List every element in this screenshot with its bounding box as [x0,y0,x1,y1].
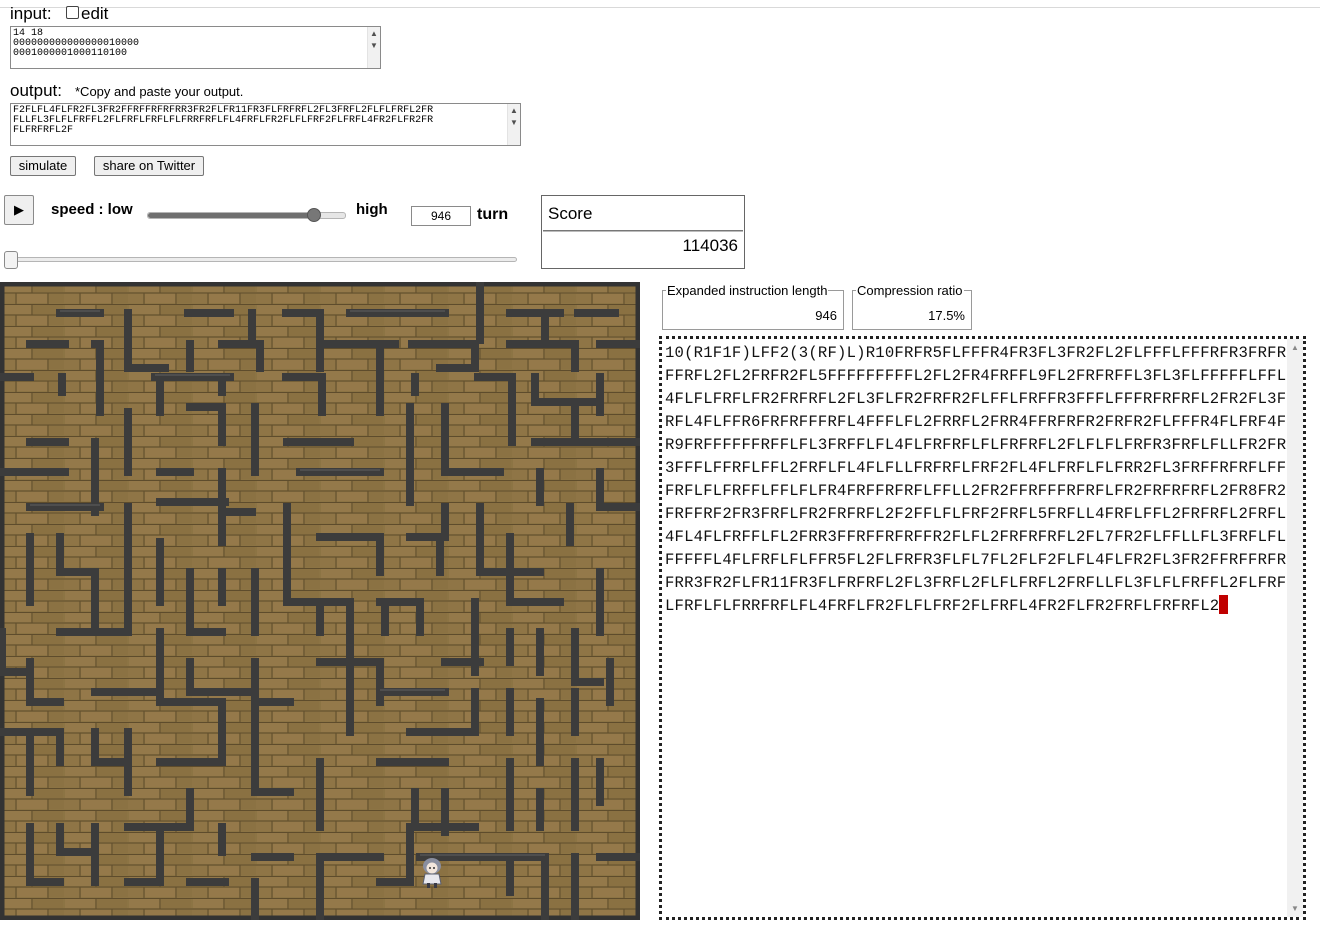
input-textarea[interactable]: 14 18 000000000000000010000 000100000100… [10,26,381,69]
output-textarea[interactable]: F2FLFL4FLFR2FL3FR2FFRFFRFRFRR3FR2FLFR11F… [10,103,521,146]
robot-sprite [422,858,442,888]
scroll-up-icon[interactable]: ▲ [510,107,518,115]
turn-slider[interactable] [4,257,517,262]
program-text[interactable]: 10(R1F1F)LFF2(3(RF)L)R10FRFR5FLFFFR4FR3F… [665,342,1288,618]
scroll-up-icon[interactable]: ▲ [370,30,378,38]
maze-board [0,282,640,920]
play-button[interactable]: ▶ [4,195,34,225]
scroll-up-icon[interactable]: ▲ [1291,343,1299,352]
output-scrollbar[interactable]: ▲ ▼ [507,104,520,145]
high-label: high [356,201,388,218]
edit-label: edit [81,4,109,23]
output-label: output: [10,81,62,100]
simulate-button[interactable]: simulate [10,156,76,176]
top-divider [0,7,1320,8]
score-label: Score [543,197,743,231]
text-caret [1219,595,1229,614]
compression-ratio-label: Compression ratio [856,283,964,298]
speed-label: speed : low [51,201,133,218]
turn-label: turn [477,206,509,223]
play-icon: ▶ [14,202,24,217]
expanded-length-value: 946 [815,308,837,323]
score-box: Score 114036 [541,195,745,269]
turn-input[interactable]: 946 [411,206,471,226]
output-note: *Copy and paste your output. [75,84,244,99]
input-scrollbar[interactable]: ▲ ▼ [367,27,380,68]
turn-slider-thumb[interactable] [4,251,18,269]
scroll-down-icon[interactable]: ▼ [1291,904,1299,913]
compression-ratio-box: Compression ratio 17.5% [852,283,972,330]
input-label: input: [10,4,52,23]
speed-slider-thumb[interactable] [307,208,322,222]
scroll-down-icon[interactable]: ▼ [370,42,378,50]
program-code: 10(R1F1F)LFF2(3(RF)L)R10FRFR5FLFFFR4FR3F… [665,344,1287,615]
edit-checkbox[interactable] [66,6,79,19]
compression-ratio-value: 17.5% [928,308,965,323]
score-value: 114036 [682,236,738,255]
scroll-down-icon[interactable]: ▼ [510,119,518,127]
expanded-length-label: Expanded instruction length [666,283,829,298]
share-twitter-button[interactable]: share on Twitter [94,156,204,176]
expanded-length-box: Expanded instruction length 946 [662,283,844,330]
program-scrollbar[interactable]: ▲ ▼ [1287,339,1303,917]
program-editor[interactable]: 10(R1F1F)LFF2(3(RF)L)R10FRFR5FLFFFR4FR3F… [659,336,1306,920]
